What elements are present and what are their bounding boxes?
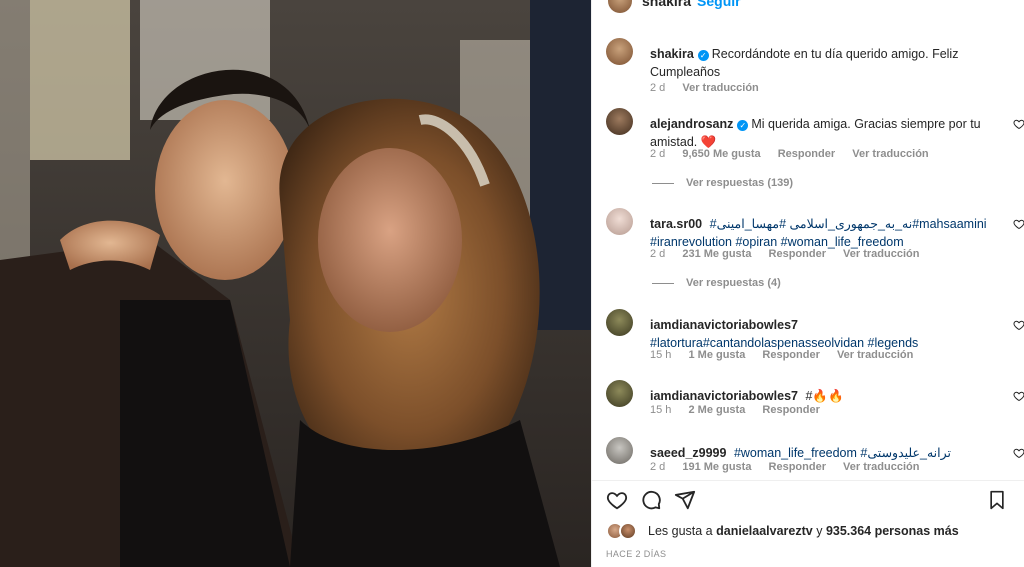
author-avatar[interactable] (608, 0, 632, 13)
reply-button[interactable]: Responder (769, 248, 826, 260)
likes-summary: Les gusta a danielaalvareztv y 935.364 p… (606, 522, 959, 540)
hashtag[interactable]: #cantandolaspenasseolvidan (703, 336, 864, 350)
comment-age: 15 h (650, 349, 672, 361)
post-photo (0, 0, 591, 567)
reply-button[interactable]: Responder (778, 148, 835, 160)
likes-middle: y (816, 524, 823, 538)
post-header: shakira Seguir ••• (592, 0, 1024, 14)
post-timestamp[interactable]: HACE 2 DÍAS (606, 549, 666, 559)
translate-link[interactable]: Ver traducción (843, 461, 919, 473)
view-replies-label[interactable]: Ver respuestas (4) (686, 277, 781, 289)
view-replies-button[interactable]: Ver respuestas (139) (652, 177, 793, 189)
replies-divider (652, 182, 674, 184)
hashtag[interactable]: #woman_life_freedom (781, 235, 904, 249)
bookmark-save-icon[interactable] (987, 489, 1007, 511)
more-options-icon[interactable]: ••• (991, 0, 1011, 6)
translate-link[interactable]: Ver traducción (837, 349, 913, 361)
comment-content: #🔥🔥 (805, 389, 844, 403)
translate-link[interactable]: Ver traducción (843, 248, 919, 260)
hashtag[interactable]: #mahsaamini (912, 217, 986, 231)
likes-count[interactable]: 935.364 personas más (826, 524, 959, 538)
avatar[interactable] (606, 437, 633, 464)
replies-divider (652, 282, 674, 284)
hashtag[interactable]: #opiran (735, 235, 777, 249)
likes-prefix: Les gusta a (648, 524, 713, 538)
avatar[interactable] (606, 309, 633, 336)
like-comment-heart-icon[interactable] (1013, 390, 1024, 402)
avatar[interactable] (606, 208, 633, 235)
comment-age: 2 d (650, 248, 666, 260)
author-username[interactable]: shakira (642, 0, 691, 9)
comment-likes[interactable]: 191 Me gusta (682, 461, 751, 473)
comment-age: 2 d (650, 148, 666, 160)
reply-button[interactable]: Responder (762, 404, 819, 416)
share-send-icon[interactable] (674, 489, 696, 511)
avatar[interactable] (606, 108, 633, 135)
like-heart-icon[interactable] (606, 489, 628, 511)
comment-username[interactable]: iamdianavictoriabowles7 (650, 389, 798, 403)
comment-text: saeed_z9999 #woman_life_freedom #ترانه_ع… (650, 444, 990, 462)
verified-badge-icon: ✓ (737, 120, 749, 131)
comment-meta: 2 d 191 Me gusta Responder Ver traducció… (650, 461, 933, 473)
avatar[interactable] (606, 38, 633, 65)
hashtag[interactable]: #ترانه_علیدوستی (860, 446, 951, 460)
comment-username[interactable]: tara.sr00 (650, 217, 702, 231)
hashtag[interactable]: #latortura (650, 336, 703, 350)
comment-text: alejandrosanz ✓ Mi querida amiga. Gracias … (650, 115, 990, 151)
comments-list: shakira ✓ Recordándote en tu día querido a… (592, 30, 1024, 480)
comment-text: iamdianavictoriabowles7 #🔥🔥 (650, 387, 990, 405)
comment-age: 2 d (650, 461, 666, 473)
like-comment-heart-icon[interactable] (1013, 118, 1024, 130)
view-replies-label[interactable]: Ver respuestas (139) (686, 177, 793, 189)
comment-likes[interactable]: 1 Me gusta (688, 349, 745, 361)
like-comment-heart-icon[interactable] (1013, 218, 1024, 230)
comment-text: tara.sr00 #نه_به_جمهوری_اسلامی #مهسا_امی… (650, 215, 990, 251)
like-comment-heart-icon[interactable] (1013, 447, 1024, 459)
comment-username[interactable]: alejandrosanz (650, 117, 733, 131)
liked-by-user[interactable]: danielaalvareztv (716, 524, 813, 538)
comment-username[interactable]: iamdianavictoriabowles7 (650, 318, 798, 332)
verified-badge-icon: ✓ (697, 50, 709, 61)
translate-link[interactable]: Ver traducción (682, 82, 758, 94)
comment-meta: 2 d 9,650 Me gusta Responder Ver traducc… (650, 148, 943, 160)
comment-bubble-icon[interactable] (640, 489, 662, 511)
comment-text: iamdianavictoriabowles7 #latortura#canta… (650, 316, 990, 352)
comment-likes[interactable]: 2 Me gusta (688, 404, 745, 416)
comment-meta: 15 h 2 Me gusta Responder (650, 404, 834, 416)
comment-meta: 15 h 1 Me gusta Responder Ver traducción (650, 349, 927, 361)
comment-meta: 2 d Ver traducción (650, 82, 773, 94)
comment-text: shakira ✓ Recordándote en tu día querido a… (650, 45, 990, 81)
comment-likes[interactable]: 231 Me gusta (682, 248, 751, 260)
hashtag[interactable]: #iranrevolution (650, 235, 732, 249)
post-action-bar (592, 480, 1024, 516)
comment-age: 2 d (650, 82, 666, 94)
hashtag[interactable]: #مهسا_امینی (717, 217, 786, 231)
follow-button[interactable]: Seguir (697, 0, 741, 9)
avatar[interactable] (606, 380, 633, 407)
comment-content: Recordándote en tu día querido amigo. Fe… (650, 47, 959, 79)
comment-meta: 2 d 231 Me gusta Responder Ver traducció… (650, 248, 933, 260)
comment-likes[interactable]: 9,650 Me gusta (682, 148, 760, 160)
post-side-panel: shakira Seguir ••• shakira✓Recordándote … (591, 0, 1024, 567)
reply-button[interactable]: Responder (769, 461, 826, 473)
hashtag[interactable]: #legends (868, 336, 919, 350)
comment-age: 15 h (650, 404, 672, 416)
translate-link[interactable]: Ver traducción (852, 148, 928, 160)
reply-button[interactable]: Responder (762, 349, 819, 361)
like-comment-heart-icon[interactable] (1013, 319, 1024, 331)
hashtag[interactable]: #woman_life_freedom (734, 446, 857, 460)
view-replies-button[interactable]: Ver respuestas (4) (652, 277, 781, 289)
comment-username[interactable]: saeed_z9999 (650, 446, 726, 460)
avatar (619, 522, 637, 540)
comment-username[interactable]: shakira (650, 47, 694, 61)
liked-by-avatars (606, 522, 640, 540)
